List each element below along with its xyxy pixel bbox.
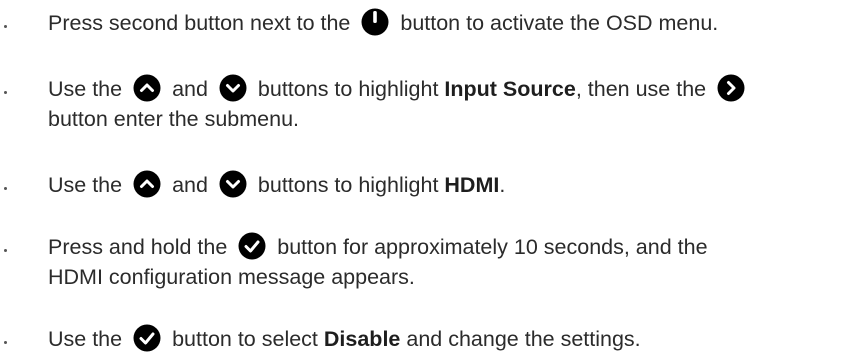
step-text: and [172,77,208,101]
up-arrow-icon [133,170,161,198]
step-text: button to select [172,327,318,351]
up-arrow-icon [133,74,161,102]
step-text: button enter the submenu. [48,107,300,131]
right-arrow-icon [717,74,745,102]
down-arrow-icon [219,170,247,198]
step-text: . [499,173,506,197]
step-text: , then use the [575,77,707,101]
step-text: and change the settings. [406,327,641,351]
step-text: Use the [48,173,123,197]
step-text: Press and hold the [48,235,228,259]
instruction-list: Press second button next to the button t… [0,0,868,361]
bullet-dot [4,25,7,28]
step-text: buttons to highlight [257,77,439,101]
step-text: buttons to highlight [257,173,439,197]
emphasis-text: Input Source [444,77,576,101]
step-text: button to activate the OSD menu. [400,11,719,35]
step-text: and [172,173,208,197]
step-text: HDMI configuration message appears. [48,265,415,289]
checkmark-icon [238,232,266,260]
power-icon [361,8,389,36]
step-text: button for approximately 10 seconds, and… [277,235,708,259]
bullet-dot [4,187,7,190]
bullet-dot [4,91,7,94]
emphasis-text: Disable [323,327,401,351]
bullet-dot [4,341,7,344]
step-text: Use the [48,77,123,101]
step-text: Use the [48,327,123,351]
checkmark-icon [133,324,161,352]
step-text: Press second button next to the [48,11,351,35]
bullet-dot [4,249,7,252]
down-arrow-icon [219,74,247,102]
emphasis-text: HDMI [444,173,500,197]
